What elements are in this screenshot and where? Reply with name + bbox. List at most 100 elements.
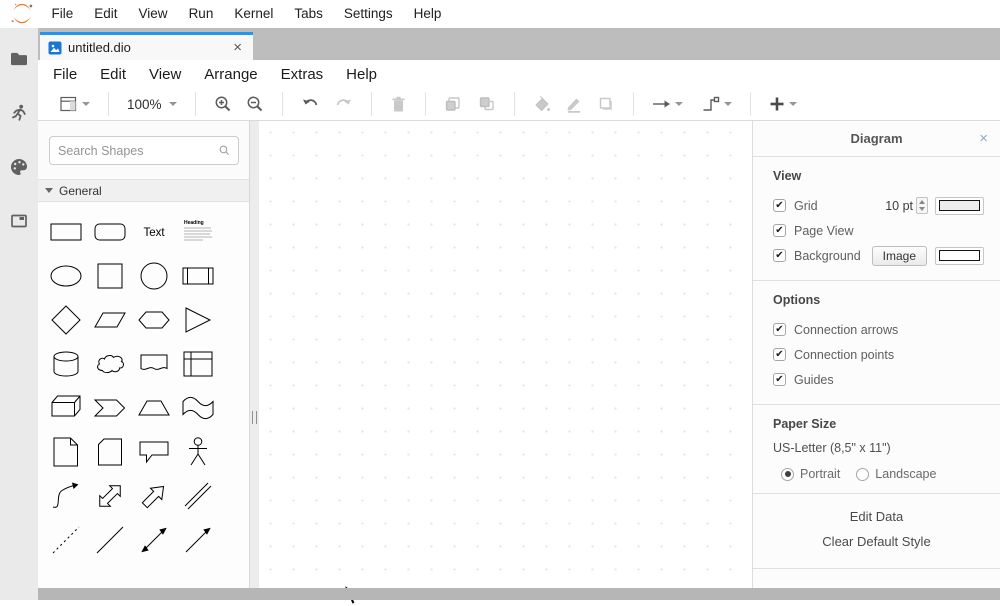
portrait-radio[interactable] <box>781 468 794 481</box>
shape-callout[interactable] <box>132 430 176 474</box>
shape-cube[interactable] <box>44 386 88 430</box>
jupyter-menu-run[interactable]: Run <box>178 0 224 28</box>
shape-bidirectional-arrow[interactable] <box>88 474 132 518</box>
shape-cylinder[interactable] <box>44 342 88 386</box>
redo-button[interactable] <box>330 96 357 113</box>
background-image-button[interactable]: Image <box>872 246 927 266</box>
close-icon[interactable]: × <box>979 130 988 147</box>
drawio-menu-arrange[interactable]: Arrange <box>204 66 257 83</box>
section-general[interactable]: General <box>38 179 249 202</box>
grid-size-stepper[interactable] <box>916 197 928 214</box>
grid-row: Grid 10 pt <box>773 193 984 218</box>
jupyter-menu-view[interactable]: View <box>128 0 178 28</box>
background-color-button[interactable] <box>935 247 984 265</box>
drawio-menu-file[interactable]: File <box>53 66 77 83</box>
guides-checkbox[interactable] <box>773 373 786 386</box>
tab-close-icon[interactable]: × <box>230 39 245 56</box>
shape-internal-storage[interactable] <box>176 342 220 386</box>
shape-step[interactable] <box>88 386 132 430</box>
jupyter-menu-edit[interactable]: Edit <box>84 0 128 28</box>
connection-points-checkbox[interactable] <box>773 348 786 361</box>
zoom-out-button[interactable] <box>242 95 268 113</box>
commands-palette-icon[interactable] <box>0 144 38 190</box>
file-browser-icon[interactable] <box>0 36 38 82</box>
page-view-button[interactable] <box>55 95 94 113</box>
insert-button[interactable] <box>765 96 801 112</box>
search-shapes-input[interactable] <box>58 144 219 158</box>
options-list: Connection arrowsConnection pointsGuides <box>773 317 984 392</box>
shape-diamond[interactable] <box>44 298 88 342</box>
zoom-in-button[interactable] <box>210 95 236 113</box>
shape-bidirectional-connector[interactable] <box>132 518 176 562</box>
background-checkbox[interactable] <box>773 249 786 262</box>
to-front-button[interactable] <box>440 95 467 113</box>
shape-parallelogram[interactable] <box>88 298 132 342</box>
drawio-menu-view[interactable]: View <box>149 66 181 83</box>
zoom-level-dropdown[interactable]: 100% <box>123 97 181 112</box>
page-view-label: Page View <box>794 224 854 238</box>
shape-ellipse[interactable] <box>44 254 88 298</box>
tab-title: untitled.dio <box>68 40 230 55</box>
format-panel-header: Diagram × <box>753 121 1000 157</box>
jupyter-menu-file[interactable]: File <box>41 0 84 28</box>
waypoints-button[interactable] <box>698 96 736 112</box>
stepper-down-icon[interactable] <box>919 207 925 211</box>
shape-textbox[interactable]: Heading <box>176 210 220 254</box>
shape-process[interactable] <box>176 254 220 298</box>
shadow-button[interactable] <box>593 95 619 113</box>
shape-curve[interactable] <box>44 474 88 518</box>
jupyter-menu-kernel[interactable]: Kernel <box>224 0 284 28</box>
fill-color-button[interactable] <box>529 95 555 113</box>
jupyter-menu-help[interactable]: Help <box>403 0 452 28</box>
tab-untitled-dio[interactable]: untitled.dio × <box>40 32 253 60</box>
shape-triangle[interactable] <box>176 298 220 342</box>
shape-note[interactable] <box>44 430 88 474</box>
shape-rounded-rectangle[interactable] <box>88 210 132 254</box>
connection-button[interactable] <box>648 97 687 111</box>
clear-default-style-button[interactable]: Clear Default Style <box>753 529 1000 554</box>
line-color-button[interactable] <box>561 95 587 113</box>
chevron-down-icon <box>789 102 797 106</box>
collapse-handle-icon[interactable] <box>252 411 257 424</box>
shape-trapezoid[interactable] <box>132 386 176 430</box>
search-shapes-box[interactable] <box>49 136 239 165</box>
grid-color-button[interactable] <box>935 197 984 215</box>
landscape-radio[interactable] <box>856 468 869 481</box>
running-sessions-icon[interactable] <box>0 90 38 136</box>
shape-document[interactable] <box>132 342 176 386</box>
to-back-button[interactable] <box>473 95 500 113</box>
stepper-up-icon[interactable] <box>919 200 925 204</box>
shape-directional-connector[interactable] <box>176 518 220 562</box>
undo-button[interactable] <box>297 96 324 113</box>
jupyter-menu-settings[interactable]: Settings <box>333 0 403 28</box>
drawio-menu-extras[interactable]: Extras <box>281 66 324 83</box>
open-tabs-icon[interactable] <box>0 198 38 244</box>
shape-dashed-line[interactable] <box>44 518 88 562</box>
shape-circle[interactable] <box>132 254 176 298</box>
shape-cloud[interactable] <box>88 342 132 386</box>
drawio-menu-edit[interactable]: Edit <box>100 66 126 83</box>
option-row: Connection points <box>773 342 984 367</box>
shape-tape[interactable] <box>176 386 220 430</box>
diagram-canvas[interactable] <box>259 121 752 588</box>
toolbar-separator <box>282 92 283 116</box>
shape-line[interactable] <box>88 518 132 562</box>
grid-size-value[interactable]: 10 pt <box>885 199 913 213</box>
edit-data-button[interactable]: Edit Data <box>753 504 1000 529</box>
page-view-checkbox[interactable] <box>773 224 786 237</box>
shape-square[interactable] <box>88 254 132 298</box>
shape-link[interactable] <box>176 474 220 518</box>
shape-arrow[interactable] <box>132 474 176 518</box>
delete-button[interactable] <box>386 95 411 113</box>
shape-card[interactable] <box>88 430 132 474</box>
drawio-menu-help[interactable]: Help <box>346 66 377 83</box>
grid-checkbox[interactable] <box>773 199 786 212</box>
shape-actor[interactable] <box>176 430 220 474</box>
shape-hexagon[interactable] <box>132 298 176 342</box>
sidebar-resize-strip[interactable] <box>250 121 259 588</box>
jupyter-menu-tabs[interactable]: Tabs <box>284 0 334 28</box>
shape-rectangle[interactable] <box>44 210 88 254</box>
connection-arrows-checkbox[interactable] <box>773 323 786 336</box>
shape-text[interactable]: Text <box>132 210 176 254</box>
paper-size-value[interactable]: US-Letter (8,5" x 11") <box>773 441 984 455</box>
